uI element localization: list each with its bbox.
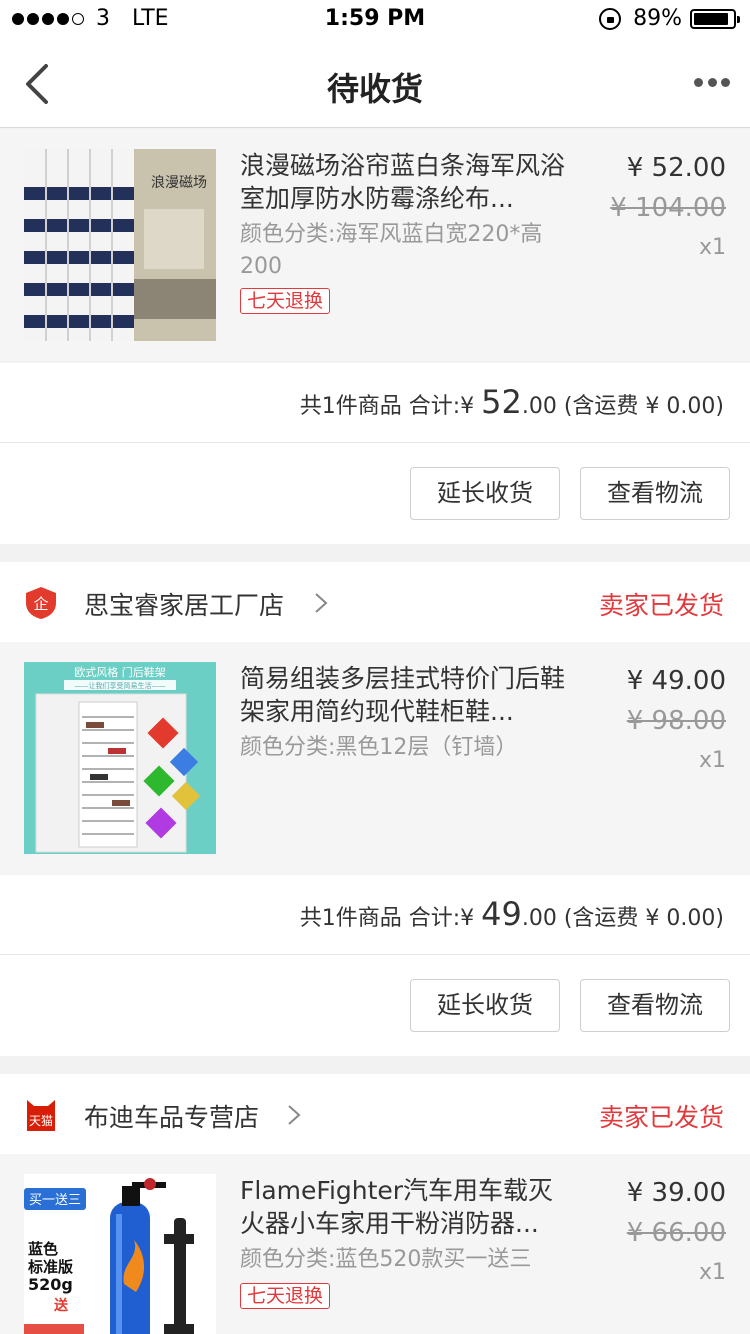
product-original-price: ¥ 98.00 <box>626 706 726 736</box>
order-item[interactable]: 欧式风格 门后鞋架 ——让我们享受简易生活—— 简易组装多层挂式特价门后鞋架家用… <box>0 642 750 874</box>
shop-name[interactable]: 布迪车品专营店 <box>84 1098 259 1134</box>
svg-text:520g: 520g <box>28 1275 73 1294</box>
product-original-price: ¥ 104.00 <box>610 193 726 223</box>
product-price: ¥ 49.00 <box>626 666 726 696</box>
battery-icon <box>690 8 740 29</box>
order-summary: 共1件商品 合计:¥ 49.00 (含运费 ¥ 0.00) <box>0 875 750 955</box>
product-image-logo-text: 浪漫磁场 <box>151 175 207 191</box>
product-image-subtitle: ——让我们享受简易生活—— <box>75 681 166 690</box>
battery-percent: 89% <box>633 6 682 31</box>
shop-name[interactable]: 思宝睿家居工厂店 <box>84 586 284 622</box>
signal-strength-icon <box>12 12 84 25</box>
battery-group: 89% <box>599 6 740 31</box>
product-title[interactable]: 简易组装多层挂式特价门后鞋架家用简约现代鞋柜鞋... <box>240 662 570 728</box>
order-summary: 共1件商品 合计:¥ 52.00 (含运费 ¥ 0.00) <box>0 363 750 443</box>
order-actions: 延长收货 查看物流 <box>0 955 750 1056</box>
return-policy-badge: 七天退换 <box>240 1283 331 1309</box>
enterprise-shop-icon: 企 <box>26 587 56 619</box>
more-icon[interactable] <box>694 74 730 90</box>
order-item[interactable]: 买一送三 蓝色 标准版 520g 送 FlameFighter汽车用车载灭火器小… <box>0 1154 750 1334</box>
network-label: LTE <box>132 6 169 31</box>
navigation-bar: 待收货 <box>0 40 750 128</box>
product-image-shoe-rack[interactable]: 欧式风格 门后鞋架 ——让我们享受简易生活—— <box>24 662 216 854</box>
product-title[interactable]: FlameFighter汽车用车载灭火器小车家用干粉消防器... <box>240 1174 570 1240</box>
svg-text:天猫: 天猫 <box>29 1114 53 1128</box>
extend-receipt-button[interactable]: 延长收货 <box>410 979 560 1032</box>
product-sku: 颜色分类:黑色12层（钉墙） <box>240 735 518 760</box>
product-image-title: 欧式风格 门后鞋架 <box>74 665 166 679</box>
chevron-right-icon <box>288 1105 301 1125</box>
product-title[interactable]: 浪漫磁场浴帘蓝白条海军风浴室加厚防水防霉涤纶布... <box>240 149 570 215</box>
svg-text:蓝色: 蓝色 <box>28 1240 58 1258</box>
svg-text:送: 送 <box>53 1297 69 1314</box>
product-image-shower-curtain[interactable]: 浪漫磁场 <box>24 149 216 341</box>
product-quantity: x1 <box>698 235 726 260</box>
svg-text:企: 企 <box>33 595 48 613</box>
product-sku: 颜色分类:海军风蓝白宽220*高200 <box>240 222 543 279</box>
product-price: ¥ 39.00 <box>626 1178 726 1208</box>
shop-header[interactable]: 天猫 布迪车品专营店 卖家已发货 <box>0 1074 750 1156</box>
shop-header[interactable]: 企 思宝睿家居工厂店 卖家已发货 <box>0 562 750 644</box>
product-original-price: ¥ 66.00 <box>626 1218 726 1248</box>
product-price: ¥ 52.00 <box>626 153 726 183</box>
order-item[interactable]: 浪漫磁场 浪漫磁场浴帘蓝白条海军风浴室加厚防水防霉涤纶布... 颜色分类:海军风… <box>0 129 750 361</box>
view-logistics-button[interactable]: 查看物流 <box>580 979 730 1032</box>
rotation-lock-icon <box>599 7 622 30</box>
return-policy-badge: 七天退换 <box>240 288 331 314</box>
product-image-badge: 买一送三 <box>29 1193 81 1208</box>
order-actions: 延长收货 查看物流 <box>0 443 750 544</box>
product-image-fire-extinguisher[interactable]: 买一送三 蓝色 标准版 520g 送 <box>24 1174 216 1334</box>
chevron-right-icon <box>315 593 328 613</box>
order-status: 卖家已发货 <box>598 591 724 620</box>
product-quantity: x1 <box>698 1260 726 1285</box>
tmall-shop-icon: 天猫 <box>27 1100 55 1131</box>
status-bar: 3 LTE 1:59 PM 89% <box>0 0 750 40</box>
product-quantity: x1 <box>698 748 726 773</box>
order-total-text: 共1件商品 合计:¥ 49.00 (含运费 ¥ 0.00) <box>299 895 724 933</box>
page-title: 待收货 <box>326 70 423 108</box>
svg-text:标准版: 标准版 <box>27 1258 73 1276</box>
product-sku: 颜色分类:蓝色520款买一送三 <box>240 1247 532 1272</box>
extend-receipt-button[interactable]: 延长收货 <box>410 467 560 520</box>
signal-carrier-group: 3 LTE <box>12 6 169 31</box>
carrier-label: 3 <box>96 6 110 31</box>
order-total-text: 共1件商品 合计:¥ 52.00 (含运费 ¥ 0.00) <box>299 383 724 421</box>
order-status: 卖家已发货 <box>598 1103 724 1132</box>
view-logistics-button[interactable]: 查看物流 <box>580 467 730 520</box>
